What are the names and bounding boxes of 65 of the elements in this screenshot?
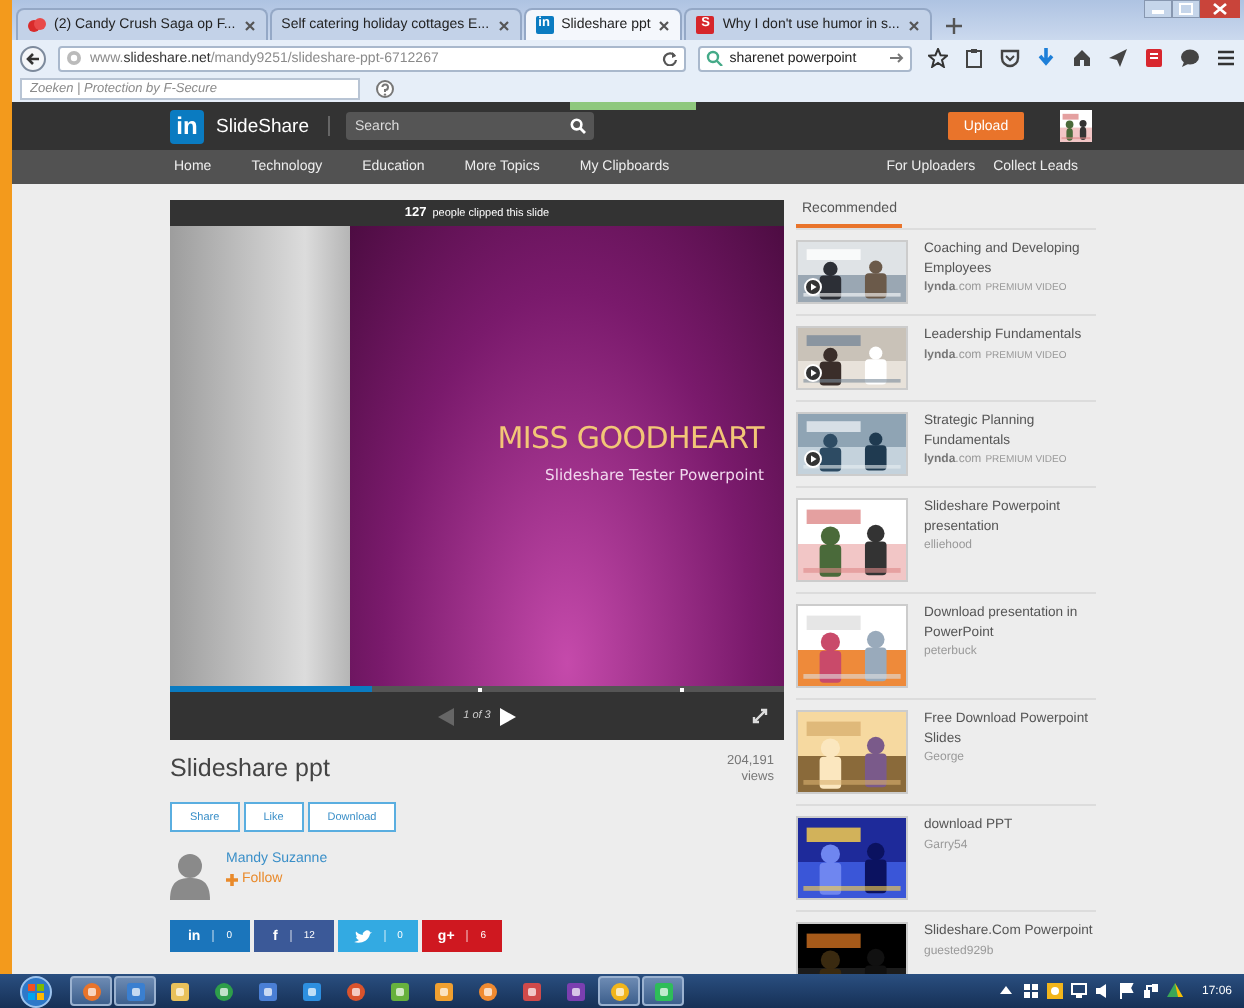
play-icon[interactable] [804, 278, 822, 296]
app-icon [433, 981, 453, 1001]
logo[interactable]: in [170, 109, 204, 143]
presentation-title: Slideshare ppt [170, 754, 330, 786]
close-icon[interactable] [658, 19, 671, 31]
bookmark-star-icon[interactable] [928, 48, 948, 68]
windows-icon[interactable] [1021, 982, 1040, 1000]
avatar-icon [170, 852, 210, 900]
monitor-icon[interactable] [1069, 982, 1088, 1000]
volume-icon[interactable] [1093, 982, 1112, 1000]
app-icon [389, 981, 409, 1001]
app-icon [169, 981, 189, 1001]
app-icon [301, 981, 321, 1001]
search-icon[interactable] [570, 118, 587, 134]
send-icon[interactable] [1108, 48, 1128, 68]
chat-icon[interactable] [1180, 48, 1200, 68]
close-icon[interactable] [907, 19, 920, 31]
flag-icon[interactable] [1117, 982, 1136, 1000]
app-icon [257, 981, 277, 1001]
menu-icon[interactable] [1216, 48, 1236, 68]
app-icon [565, 981, 585, 1001]
app-icon [81, 981, 101, 1001]
back-icon[interactable] [20, 45, 46, 71]
play-icon[interactable] [804, 364, 822, 382]
reload-icon[interactable] [661, 50, 678, 66]
candy-icon [28, 16, 46, 34]
app-icon [521, 981, 541, 1001]
slide-title: MISS GOODHEART [497, 420, 764, 456]
start-icon[interactable] [20, 975, 52, 1007]
home-icon[interactable] [1072, 48, 1092, 68]
close-icon[interactable] [497, 19, 510, 31]
taskbar-app[interactable] [598, 976, 640, 1006]
minimize-icon[interactable] [1144, 0, 1172, 18]
taskbar-app[interactable] [642, 976, 684, 1006]
bird-icon [353, 929, 372, 943]
help-icon[interactable] [376, 80, 394, 98]
clipboard-icon[interactable] [964, 48, 984, 68]
network-icon[interactable] [1141, 982, 1160, 1000]
next-icon[interactable] [500, 707, 517, 725]
app-icon [213, 981, 233, 1001]
new-tab-icon[interactable] [945, 18, 962, 34]
site-info-icon [66, 50, 82, 66]
app-icon [609, 981, 629, 1001]
plus-icon [226, 873, 238, 885]
search-icon [705, 50, 724, 66]
addon-icon[interactable] [1144, 48, 1164, 68]
fullscreen-icon[interactable] [752, 708, 768, 724]
app-icon [125, 981, 145, 1001]
close-icon[interactable] [1200, 0, 1240, 18]
brand-name: SlideShare [216, 115, 309, 137]
maximize-icon[interactable] [1172, 0, 1200, 18]
play-icon[interactable] [804, 450, 822, 468]
taskbar-app[interactable] [70, 976, 112, 1006]
arrow-icon[interactable] [890, 52, 904, 64]
download-icon[interactable] [1036, 48, 1056, 68]
drive-icon[interactable] [1165, 982, 1184, 1000]
app-icon [653, 981, 673, 1001]
progress-marker [477, 687, 481, 691]
notification-icon[interactable] [1045, 982, 1064, 1000]
expand-icon[interactable] [997, 982, 1016, 1000]
loading-bar [570, 102, 696, 110]
app-icon [345, 981, 365, 1001]
app-icon [477, 981, 497, 1001]
progress-marker [679, 687, 684, 691]
close-icon[interactable] [243, 19, 256, 31]
